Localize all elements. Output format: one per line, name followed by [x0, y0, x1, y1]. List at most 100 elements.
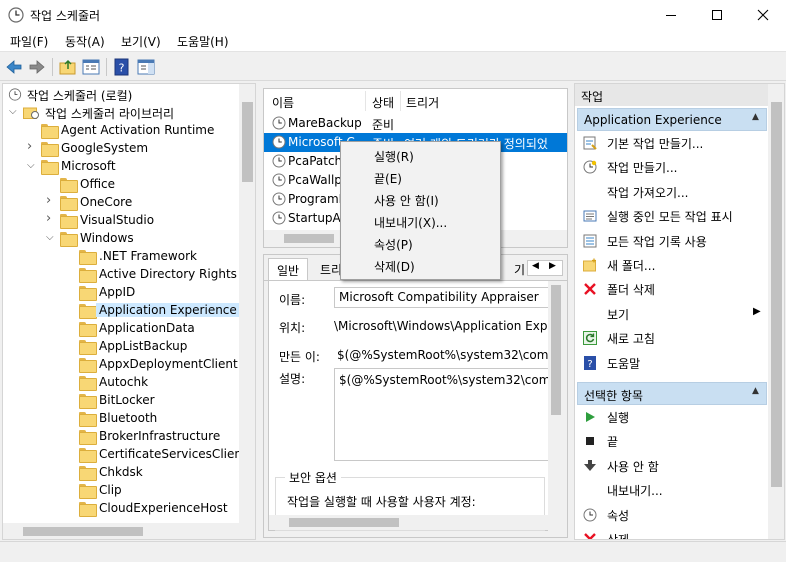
menu-action[interactable]: 동작(A) [65, 33, 105, 50]
action-item[interactable]: 실행 [579, 406, 769, 428]
action-item[interactable]: 작업 가져오기... [579, 181, 769, 203]
context-delete[interactable]: 삭제(D) [342, 254, 499, 276]
tree-item-label: VisualStudio [80, 213, 155, 227]
chevron-down-icon[interactable]: ⌵ [46, 232, 56, 246]
folder-up-icon [59, 59, 76, 75]
security-options-title: 보안 옵션 [285, 469, 341, 486]
stop-icon [583, 434, 597, 448]
folder-icon [79, 448, 97, 463]
minimize-button[interactable] [648, 0, 694, 30]
tab-general[interactable]: 일반 [268, 258, 309, 280]
show-hide-tree-button[interactable] [81, 57, 101, 77]
action-item[interactable]: 기본 작업 만들기... [579, 132, 769, 154]
action-item[interactable]: 실행 중인 모든 작업 표시 [579, 205, 769, 227]
tree-item-label: Chkdsk [99, 465, 143, 479]
refresh-icon [583, 331, 597, 346]
show-action-pane-button[interactable] [136, 57, 156, 77]
context-run-label: 실행(R) [374, 150, 414, 164]
menu-bar: 파일(F) 동작(A) 보기(V) 도움말(H) [0, 30, 786, 52]
menu-view[interactable]: 보기(V) [121, 33, 161, 50]
description-field[interactable]: $(@%SystemRoot%\system32\compatt [334, 368, 549, 461]
tree-item-label: Office [80, 177, 116, 191]
action-item[interactable]: 삭제 [579, 528, 769, 539]
close-button[interactable] [740, 0, 786, 30]
details-horizontal-scrollbar[interactable] [269, 515, 548, 530]
help-toolbar-button[interactable]: ? [112, 57, 132, 77]
action-item[interactable]: 속성 [579, 504, 769, 526]
action-item[interactable]: 사용 안 함 [579, 455, 769, 477]
tree-horizontal-scrollbar[interactable] [3, 523, 255, 539]
menu-help[interactable]: 도움말(H) [177, 33, 229, 50]
chevron-down-icon[interactable]: ⌵ [9, 106, 19, 120]
maximize-button[interactable] [694, 0, 740, 30]
context-delete-label: 삭제(D) [374, 260, 415, 274]
context-run[interactable]: 실행(R) [342, 144, 499, 166]
forward-arrow-icon [29, 60, 45, 74]
tree-item-label: .NET Framework [99, 249, 197, 263]
task-row[interactable]: MareBackup 준비 [264, 114, 567, 133]
console-tree[interactable]: 작업 스케줄러 (로컬) ⌵ 작업 스케줄러 라이브러리 Agent Activ… [2, 83, 256, 540]
section-application-experience[interactable]: Application Experience ▲ [577, 108, 767, 131]
help-icon: ? [583, 355, 597, 370]
action-item[interactable]: 새 폴더... [579, 254, 769, 276]
action-item[interactable]: 폴더 삭제 [579, 278, 769, 300]
folder-icon [79, 268, 97, 283]
task-clock-icon [272, 211, 286, 225]
scrollbar-thumb[interactable] [242, 102, 253, 182]
name-field[interactable]: Microsoft Compatibility Appraiser [334, 287, 549, 308]
action-label: 작업 만들기... [607, 161, 678, 176]
column-separator[interactable] [400, 91, 401, 111]
up-folder-button[interactable] [58, 57, 78, 77]
tab-scroll-left-icon[interactable]: ◀ [532, 261, 539, 271]
task-status: 준비 [372, 118, 395, 132]
folder-icon [79, 358, 97, 373]
author-value: $(@%SystemRoot%\system32\compatt [337, 348, 549, 362]
folder-icon [79, 286, 97, 301]
scrollbar-thumb[interactable] [551, 285, 561, 415]
tree-library-label: 작업 스케줄러 라이브러리 [45, 107, 175, 121]
action-label: 실행 [607, 411, 630, 425]
section-selected-item-label: 선택한 항목 [584, 389, 644, 403]
title-bar: 작업 스케줄러 [0, 0, 786, 30]
action-item[interactable]: 작업 만들기... [579, 156, 769, 178]
back-button[interactable] [4, 57, 24, 77]
column-separator[interactable] [365, 91, 366, 111]
action-item[interactable]: 보기 ▶ [579, 303, 769, 325]
section-application-experience-label: Application Experience [584, 113, 722, 127]
context-export[interactable]: 내보내기(X)... [342, 210, 499, 232]
tree-vertical-scrollbar[interactable] [239, 84, 255, 523]
action-item[interactable]: 끝 [579, 430, 769, 452]
folder-icon [60, 232, 78, 247]
chevron-down-icon[interactable]: ⌵ [27, 160, 37, 174]
submenu-arrow-icon: ▶ [753, 305, 761, 317]
action-item[interactable]: 모든 작업 기록 사용 [579, 230, 769, 252]
toolbar: ? [0, 53, 786, 81]
actions-vertical-scrollbar[interactable] [768, 84, 784, 539]
section-selected-item[interactable]: 선택한 항목 ▲ [577, 382, 767, 405]
action-item[interactable]: ? 도움말 [579, 352, 769, 374]
context-properties[interactable]: 속성(P) [342, 232, 499, 254]
action-item[interactable]: 내보내기... [579, 479, 769, 501]
description-label: 설명: [279, 372, 306, 386]
forward-button[interactable] [27, 57, 47, 77]
action-item[interactable]: 새로 고침 [579, 327, 769, 349]
chevron-right-icon[interactable]: › [27, 139, 37, 154]
scrollbar-thumb[interactable] [284, 234, 334, 243]
chevron-right-icon[interactable]: › [46, 211, 56, 226]
collapse-up-icon[interactable]: ▲ [752, 386, 759, 396]
details-vertical-scrollbar[interactable] [548, 281, 564, 531]
scrollbar-thumb[interactable] [289, 518, 399, 527]
folder-icon [79, 484, 97, 499]
scrollbar-thumb[interactable] [23, 527, 143, 536]
chevron-right-icon[interactable]: › [46, 193, 56, 208]
collapse-up-icon[interactable]: ▲ [752, 112, 759, 122]
tree-item-label: CloudExperienceHost [99, 501, 228, 515]
scrollbar-thumb[interactable] [771, 102, 782, 487]
menu-file[interactable]: 파일(F) [10, 33, 48, 50]
tree-item-label: AppListBackup [99, 339, 188, 353]
context-end[interactable]: 끝(E) [342, 166, 499, 188]
context-disable[interactable]: 사용 안 함(I) [342, 188, 499, 210]
tree-item-label: GoogleSystem [61, 141, 149, 155]
action-label: 모든 작업 기록 사용 [607, 234, 707, 249]
tab-scroll-right-icon[interactable]: ▶ [549, 261, 556, 271]
